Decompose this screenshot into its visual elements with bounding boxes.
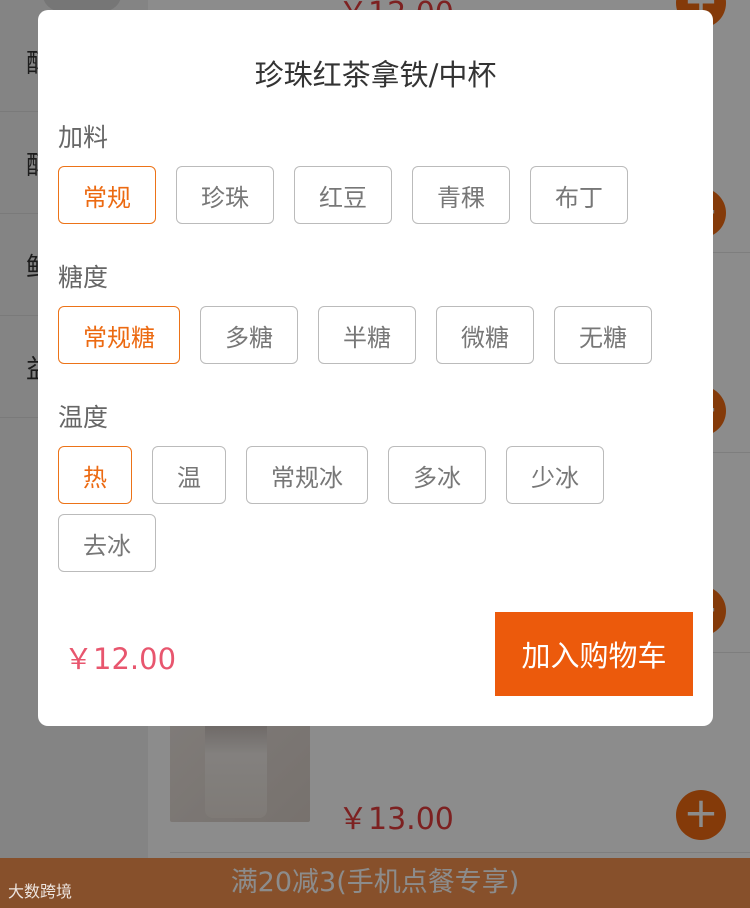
option-sugar[interactable]: 无糖 (554, 306, 652, 364)
option-temperature[interactable]: 少冰 (506, 446, 604, 504)
option-temperature[interactable]: 常规冰 (246, 446, 368, 504)
option-temperature[interactable]: 温 (152, 446, 226, 504)
option-sugar[interactable]: 半糖 (318, 306, 416, 364)
watermark: 大数跨境 (8, 882, 73, 901)
option-temperature[interactable]: 多冰 (388, 446, 486, 504)
option-topping[interactable]: 布丁 (530, 166, 628, 224)
option-sugar[interactable]: 微糖 (436, 306, 534, 364)
section-label-temperature: 温度 (58, 403, 109, 432)
product-options-modal: 珍珠红茶拿铁/中杯 加料 常规 珍珠 红豆 青稞 布丁 糖度 常规糖 多糖 半糖… (38, 10, 713, 726)
modal-title: 珍珠红茶拿铁/中杯 (254, 58, 497, 92)
add-to-cart-button[interactable]: 加入购物车 (495, 612, 693, 696)
option-topping[interactable]: 红豆 (294, 166, 392, 224)
section-label-sugar: 糖度 (58, 263, 109, 292)
option-temperature[interactable]: 去冰 (58, 514, 156, 572)
total-price: ￥12.00 (64, 642, 177, 676)
option-sugar[interactable]: 常规糖 (58, 306, 180, 364)
option-topping[interactable]: 青稞 (412, 166, 510, 224)
section-label-toppings: 加料 (58, 123, 109, 152)
option-topping[interactable]: 常规 (58, 166, 156, 224)
option-sugar[interactable]: 多糖 (200, 306, 298, 364)
option-topping[interactable]: 珍珠 (176, 166, 274, 224)
option-temperature[interactable]: 热 (58, 446, 132, 504)
